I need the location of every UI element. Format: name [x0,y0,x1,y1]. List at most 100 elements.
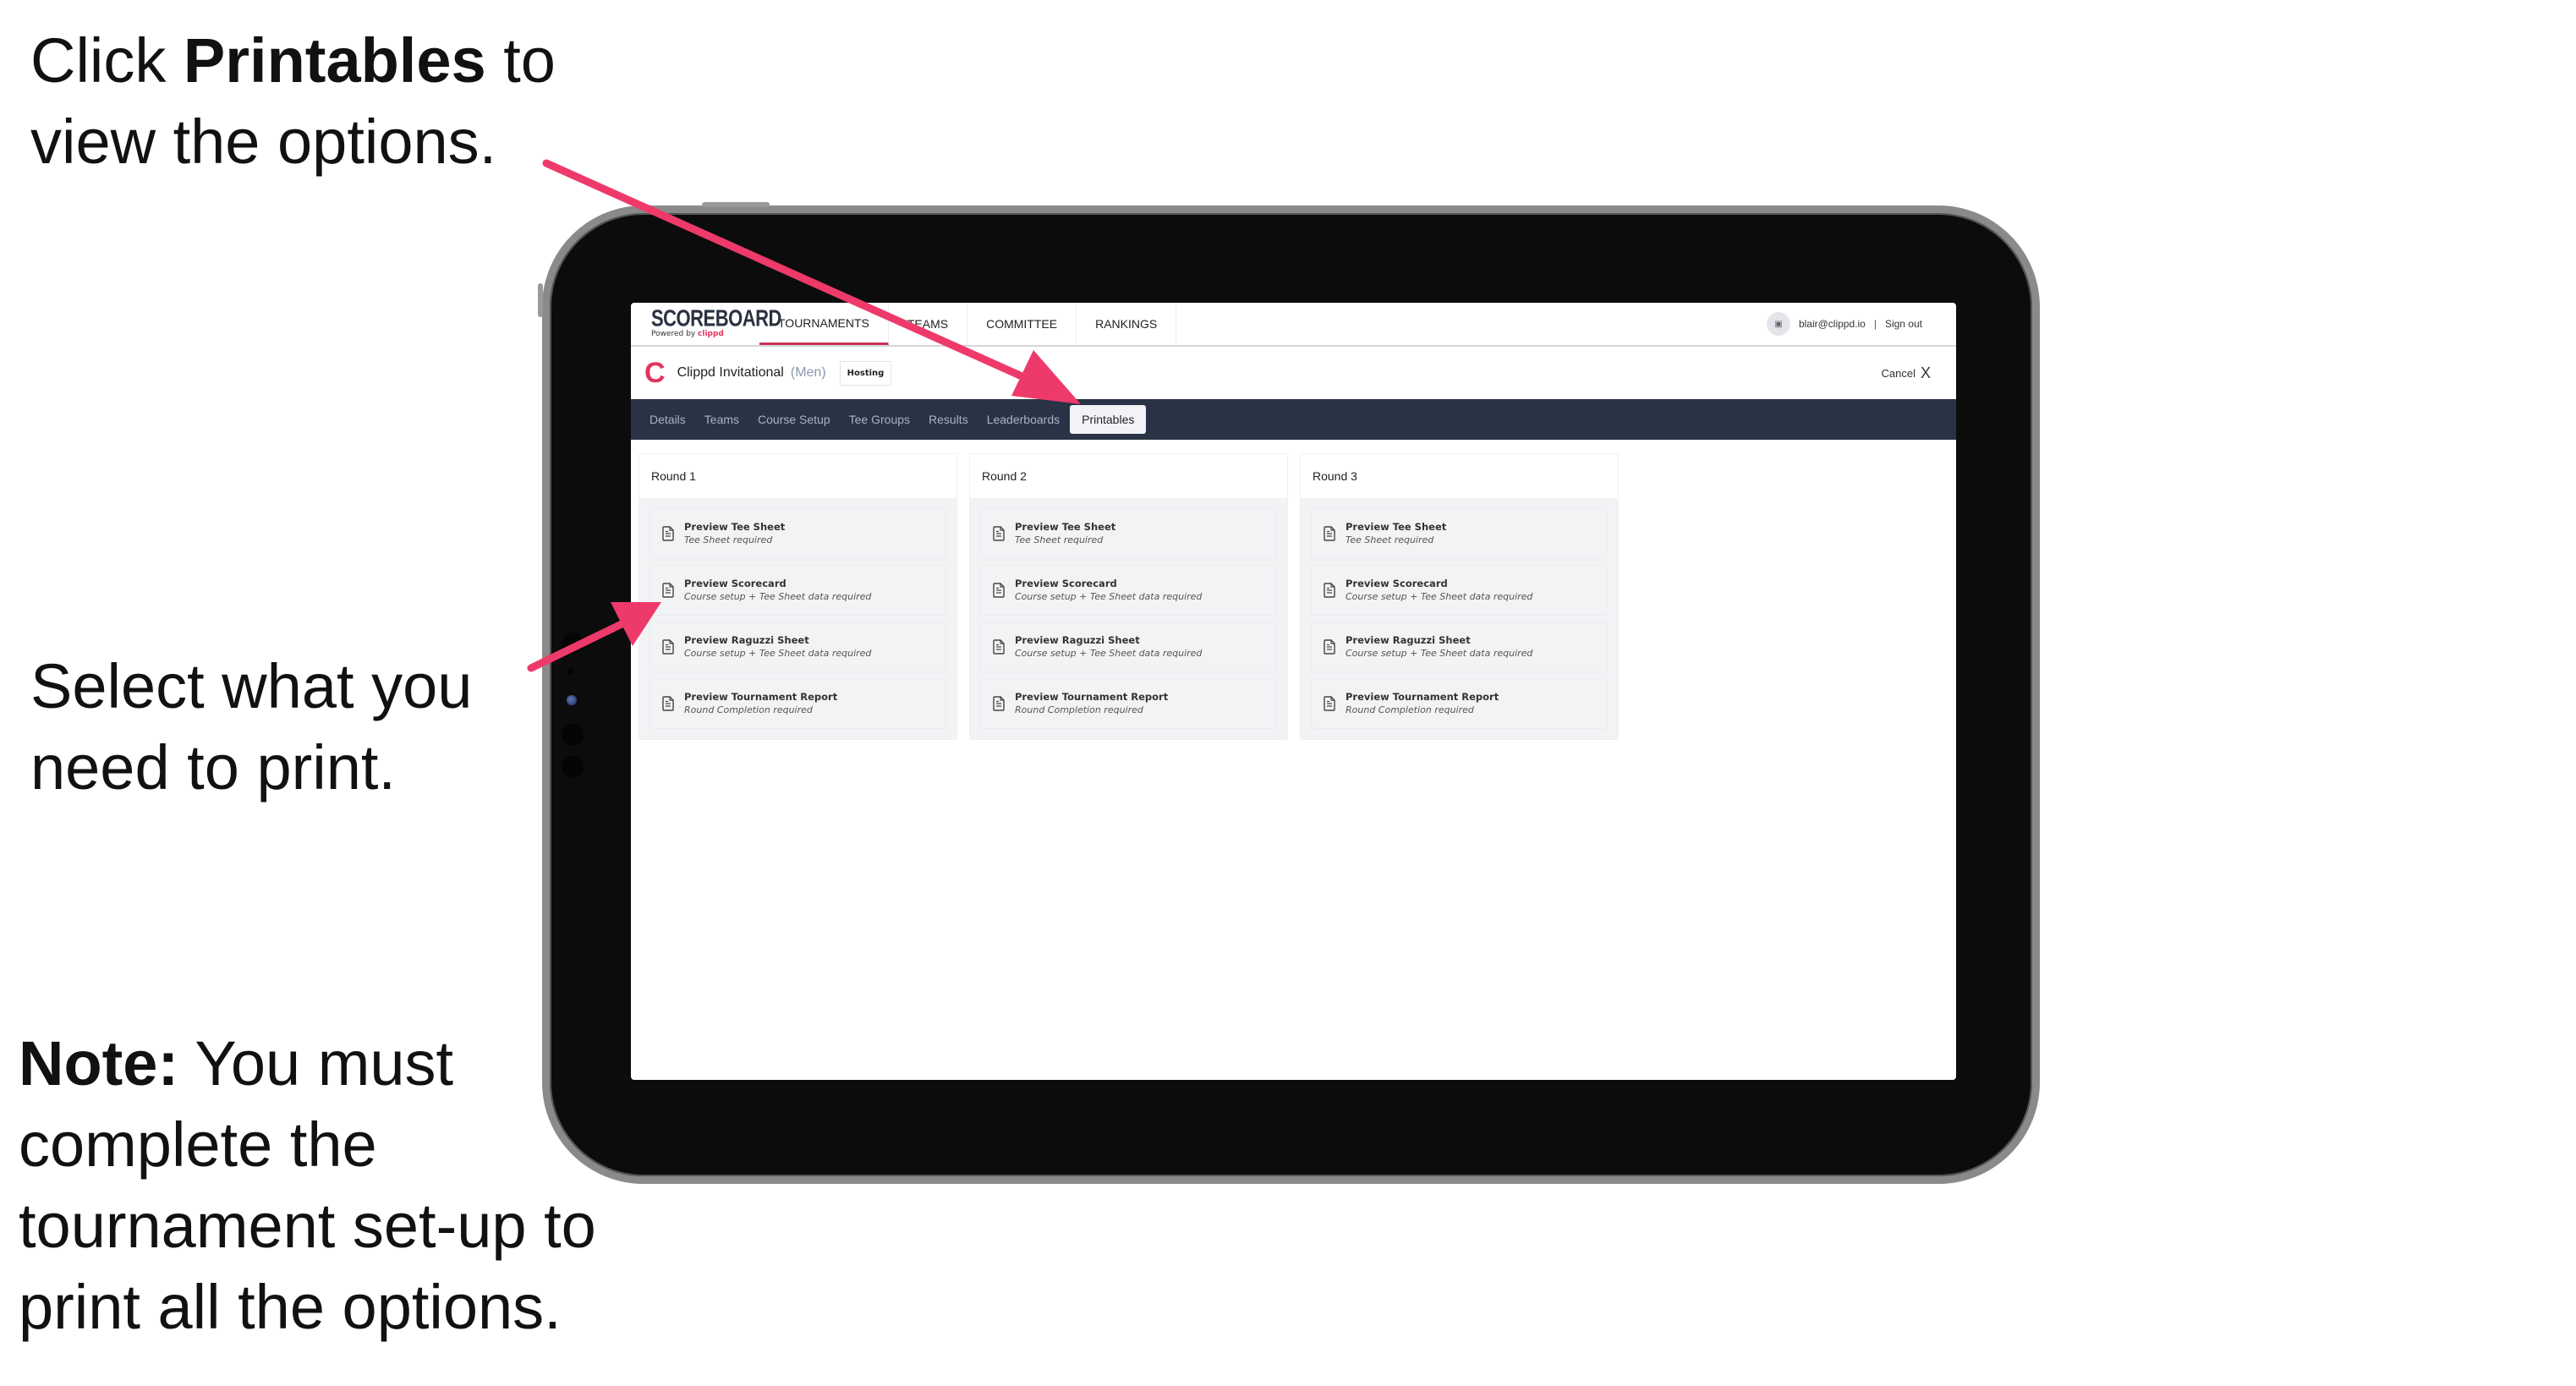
printable-option[interactable]: Preview Tournament Report Round Completio… [649,678,946,729]
option-title: Preview Tournament Report [1346,691,1499,703]
logo-powered-by: Powered by clippd [651,330,759,338]
round-title: Round 3 [1301,454,1618,498]
document-icon [662,696,674,711]
tournament-name: Clippd Invitational [677,365,784,380]
option-requirement: Course setup + Tee Sheet data required [684,648,872,659]
option-text: Preview Tee Sheet Tee Sheet required [1346,520,1446,547]
tab-tee-groups[interactable]: Tee Groups [841,406,918,433]
user-email: blair@clippd.io [1798,318,1866,330]
nav-teams[interactable]: TEAMS [889,303,968,345]
document-icon [1324,696,1335,711]
tab-printables[interactable]: Printables [1070,405,1147,434]
document-icon [993,696,1005,711]
tab-course-setup[interactable]: Course Setup [749,406,839,433]
printable-option[interactable]: Preview Tee Sheet Tee Sheet required [1311,508,1608,559]
tournament-title-row: C Clippd Invitational (Men) Hosting Canc… [631,347,1956,399]
close-icon: X [1920,364,1931,381]
printable-option[interactable]: Preview Tournament Report Round Completio… [980,678,1277,729]
printable-option[interactable]: Preview Tournament Report Round Completio… [1311,678,1608,729]
tab-results[interactable]: Results [920,406,977,433]
document-icon [662,639,674,655]
document-icon [1324,639,1335,655]
option-text: Preview Tournament Report Round Completio… [684,690,837,717]
printable-option[interactable]: Preview Tee Sheet Tee Sheet required [980,508,1277,559]
option-title: Preview Raguzzi Sheet [1346,634,1471,646]
option-title: Preview Tee Sheet [1015,521,1116,533]
scoreboard-logo[interactable]: SCOREBOARD Powered by clippd [631,303,781,345]
app-screen: SCOREBOARD Powered by clippd TOURNAMENTS… [631,303,1956,1080]
option-text: Preview Raguzzi Sheet Course setup + Tee … [1015,633,1202,660]
tab-leaderboards[interactable]: Leaderboards [978,406,1068,433]
tablet-side-button [538,283,543,317]
sign-out-link[interactable]: Sign out [1885,318,1922,330]
option-requirement: Tee Sheet required [1346,534,1434,545]
powered-by-text: Powered by [651,330,699,338]
option-title: Preview Tee Sheet [684,521,786,533]
option-text: Preview Tournament Report Round Completio… [1015,690,1168,717]
printable-option[interactable]: Preview Scorecard Course setup + Tee Shee… [649,565,946,616]
option-title: Preview Raguzzi Sheet [1015,634,1140,646]
option-text: Preview Tee Sheet Tee Sheet required [1015,520,1115,547]
document-icon [1324,526,1335,541]
option-title: Preview Raguzzi Sheet [684,634,809,646]
document-icon [993,583,1005,598]
option-requirement: Round Completion required [1015,704,1143,715]
nav-rankings[interactable]: RANKINGS [1077,303,1177,345]
printable-option[interactable]: Preview Raguzzi Sheet Course setup + Tee … [980,622,1277,672]
option-text: Preview Raguzzi Sheet Course setup + Tee … [684,633,871,660]
printable-option[interactable]: Preview Scorecard Course setup + Tee Shee… [1311,565,1608,616]
image-icon: ▣ [1774,319,1783,329]
round-title: Round 1 [639,454,956,498]
document-icon [993,639,1005,655]
option-text: Preview Scorecard Course setup + Tee Shee… [1015,577,1202,604]
round-card-2: Round 2 Preview Tee Sheet Tee Sheet requir… [969,453,1288,740]
annotation-bold-text: Printables [183,25,486,96]
avatar[interactable]: ▣ [1766,312,1790,336]
cancel-button[interactable]: Cancel X [1882,364,1956,382]
tablet-top-button [702,202,770,207]
option-title: Preview Tee Sheet [1346,521,1447,533]
tournament-gender: (Men) [790,365,826,380]
annotation-bold-text: Note: [19,1028,179,1098]
logo-title: SCOREBOARD [651,304,781,331]
cancel-label: Cancel [1881,366,1916,380]
clippd-logo-icon: C [644,356,666,389]
document-icon [993,526,1005,541]
option-text: Preview Scorecard Course setup + Tee Shee… [1346,577,1532,604]
option-requirement: Course setup + Tee Sheet data required [1346,591,1533,602]
option-text: Preview Tournament Report Round Completio… [1346,690,1499,717]
top-header: SCOREBOARD Powered by clippd TOURNAMENTS… [631,303,1956,347]
round-options: Preview Tee Sheet Tee Sheet required Previ… [1301,498,1618,739]
printable-option[interactable]: Preview Tee Sheet Tee Sheet required [649,508,946,559]
round-options: Preview Tee Sheet Tee Sheet required Previ… [970,498,1287,739]
option-text: Preview Scorecard Course setup + Tee Shee… [684,577,871,604]
option-title: Preview Scorecard [1015,578,1117,589]
tab-teams[interactable]: Teams [696,406,748,433]
option-requirement: Round Completion required [684,704,813,715]
document-icon [1324,583,1335,598]
option-text: Preview Raguzzi Sheet Course setup + Tee … [1346,633,1532,660]
annotation-click-printables: Click Printables to view the options. [30,20,622,183]
round-title: Round 2 [970,454,1287,498]
camera-sensor [562,633,584,655]
brand-name: clippd [698,330,724,338]
document-icon [662,583,674,598]
printable-option[interactable]: Preview Raguzzi Sheet Course setup + Tee … [1311,622,1608,672]
printable-option[interactable]: Preview Raguzzi Sheet Course setup + Tee … [649,622,946,672]
option-requirement: Tee Sheet required [1015,534,1104,545]
annotation-select-print: Select what you need to print. [30,646,572,808]
annotation-text: Select what you need to print. [30,651,473,803]
printable-option[interactable]: Preview Scorecard Course setup + Tee Shee… [980,565,1277,616]
separator: | [1873,318,1877,330]
option-text: Preview Tee Sheet Tee Sheet required [684,520,785,547]
hosting-badge: Hosting [839,360,892,386]
nav-committee[interactable]: COMMITTEE [967,303,1077,345]
user-area: ▣ blair@clippd.io | Sign out [1766,303,1956,345]
round-card-1: Round 1 Preview Tee Sheet Tee Sheet requir… [639,453,957,740]
main-nav: TOURNAMENTS TEAMS COMMITTEE RANKINGS [759,303,1177,345]
option-title: Preview Scorecard [1346,578,1448,589]
option-requirement: Course setup + Tee Sheet data required [1015,591,1203,602]
camera-sensor [567,668,574,675]
annotation-text: Click [30,25,184,96]
tab-details[interactable]: Details [641,406,694,433]
